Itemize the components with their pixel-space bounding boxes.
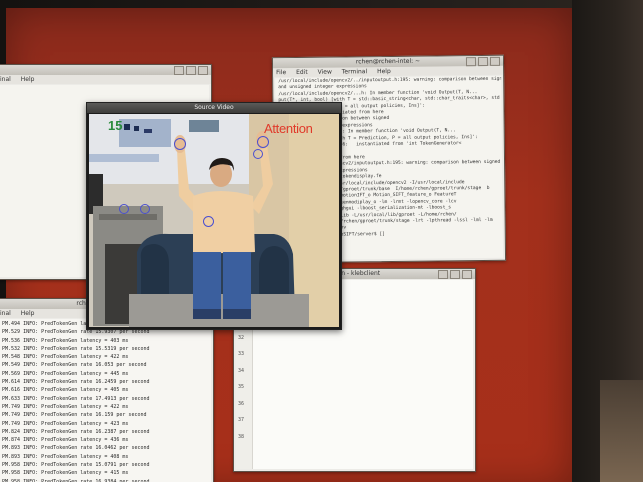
terminal-line: PM.958 INFO: PredTokenGen rate 16.9384 p…	[2, 478, 150, 482]
line-number: 36	[238, 400, 245, 407]
tracking-marker	[203, 216, 214, 227]
menu-terminal[interactable]: inal	[0, 76, 11, 83]
room-floor	[600, 380, 643, 482]
window-title: Source Video	[194, 104, 234, 111]
terminal-line: PM.532 INFO: PredTokenGen rate 15.5319 p…	[2, 345, 150, 352]
terminal-line: PM.549 INFO: PredTokenGen rate 16.053 pe…	[2, 362, 147, 369]
tracking-marker	[257, 136, 269, 148]
attention-label: Attention	[264, 121, 313, 136]
menu-help[interactable]: Help	[21, 76, 35, 83]
window-buttons[interactable]	[438, 270, 472, 279]
maximize-button[interactable]	[186, 66, 196, 75]
video-frame: 15 Attention	[89, 114, 339, 327]
window-buttons[interactable]	[174, 66, 208, 75]
terminal-line: PM.749 INFO: PredTokenGen latency = 423 …	[2, 420, 129, 427]
terminal-line: PM.548 INFO: PredTokenGen latency = 422 …	[2, 354, 129, 361]
menu-view[interactable]: View	[318, 69, 332, 76]
menu-help[interactable]: Help	[21, 310, 35, 317]
video-scene-drawing	[89, 114, 339, 327]
terminal-line: PM.958 INFO: PredTokenGen latency = 415 …	[2, 470, 129, 477]
terminal-line: PM.749 INFO: PredTokenGen latency = 422 …	[2, 403, 129, 410]
menu-help[interactable]: Help	[377, 68, 391, 75]
line-number: 32	[238, 334, 245, 341]
photo-scene: inal Help rchen@rchen-intel: ~ File Edit…	[0, 0, 643, 482]
menu-terminal[interactable]: inal	[0, 310, 11, 317]
close-button[interactable]	[462, 270, 472, 279]
tracking-marker	[140, 204, 150, 214]
terminal-line: PM.749 INFO: PredTokenGen rate 16.159 pe…	[2, 412, 147, 419]
line-number: 34	[238, 367, 245, 374]
terminal-line: PM.616 INFO: PredTokenGen latency = 405 …	[2, 387, 129, 394]
maximize-button[interactable]	[477, 56, 489, 67]
terminal-line: PM.569 INFO: PredTokenGen latency = 445 …	[2, 370, 129, 377]
counter-label: 15	[108, 118, 123, 133]
menu-file[interactable]: File	[276, 69, 286, 76]
minimize-button[interactable]	[174, 66, 184, 75]
terminal-line: PM.958 INFO: PredTokenGen rate 15.0791 p…	[2, 462, 150, 469]
line-number: 35	[238, 384, 245, 390]
menu-terminal[interactable]: Terminal	[342, 68, 367, 75]
minimize-button[interactable]	[465, 57, 477, 67]
window-titlebar[interactable]	[0, 65, 211, 75]
terminal-line: PM.536 INFO: PredTokenGen latency = 403 …	[2, 337, 129, 344]
terminal-line: PM.633 INFO: PredTokenGen rate 17.4913 p…	[2, 395, 150, 402]
close-button[interactable]	[489, 56, 501, 66]
menu-edit[interactable]: Edit	[296, 69, 308, 76]
terminal-line: PM.614 INFO: PredTokenGen rate 16.2459 p…	[2, 379, 150, 386]
maximize-button[interactable]	[450, 270, 460, 279]
tracking-marker	[174, 138, 186, 150]
tracking-marker	[119, 204, 129, 214]
terminal-output: PM.494 INFO: PredTokenGen latency = 544 …	[0, 319, 211, 482]
terminal-line: PM.893 INFO: PredTokenGen rate 16.0462 p…	[2, 445, 150, 452]
line-number: 37	[238, 417, 245, 423]
window-buttons[interactable]	[465, 56, 501, 67]
terminal-line: PM.874 INFO: PredTokenGen latency = 436 …	[2, 437, 129, 444]
terminal-line: PM.893 INFO: PredTokenGen latency = 408 …	[2, 453, 129, 460]
line-number: 33	[238, 351, 245, 357]
tracking-marker	[253, 149, 263, 159]
close-button[interactable]	[198, 66, 208, 75]
menubar: inal Help	[0, 75, 211, 84]
window-title: rchen@rchen-intel: ~	[355, 57, 421, 66]
source-video-window[interactable]: Source Video 15 Attention	[86, 102, 342, 330]
minimize-button[interactable]	[438, 270, 448, 279]
terminal-line: PM.824 INFO: PredTokenGen rate 16.2387 p…	[2, 428, 150, 435]
window-titlebar[interactable]: Source Video	[87, 103, 341, 113]
line-number: 38	[238, 433, 245, 440]
